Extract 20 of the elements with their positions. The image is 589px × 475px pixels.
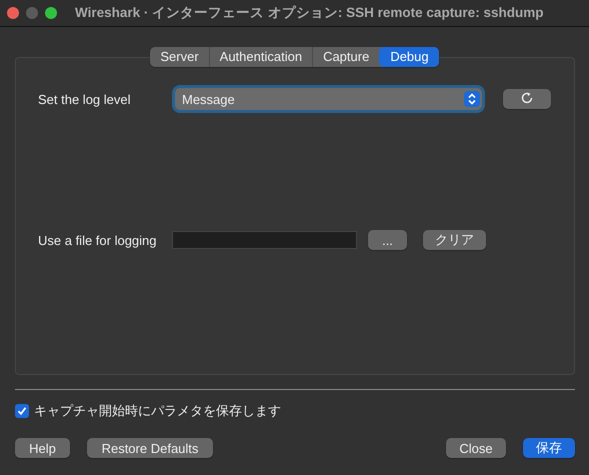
close-window-icon[interactable]: [7, 7, 19, 19]
input-field[interactable]: [172, 231, 357, 249]
field-label: Use a file for logging: [38, 232, 158, 248]
refresh-icon: [521, 92, 533, 104]
checkbox-label: キャプチャ開始時にパラメタを保存します: [34, 402, 281, 420]
dialog-button[interactable]: Restore Defaults: [87, 438, 213, 458]
browse-button[interactable]: ...: [368, 230, 407, 250]
tab[interactable]: Debug: [379, 47, 439, 67]
field-label: Set the log level: [38, 92, 132, 106]
stepper-icon: [464, 91, 480, 107]
window-title: Wireshark · インターフェース オプション: SSH remote capture: sshdump: [75, 4, 544, 22]
checkbox[interactable]: [15, 404, 29, 418]
tab[interactable]: Server: [150, 47, 209, 67]
dialog-button[interactable]: 保存: [523, 438, 575, 458]
log-level-dropdown[interactable]: Message: [175, 88, 482, 110]
zoom-window-icon[interactable]: [45, 7, 57, 19]
dialog-button[interactable]: Close: [446, 438, 506, 458]
clear-button[interactable]: クリア: [423, 230, 486, 250]
dialog-button[interactable]: Help: [15, 438, 70, 458]
refresh-button[interactable]: [503, 89, 551, 109]
